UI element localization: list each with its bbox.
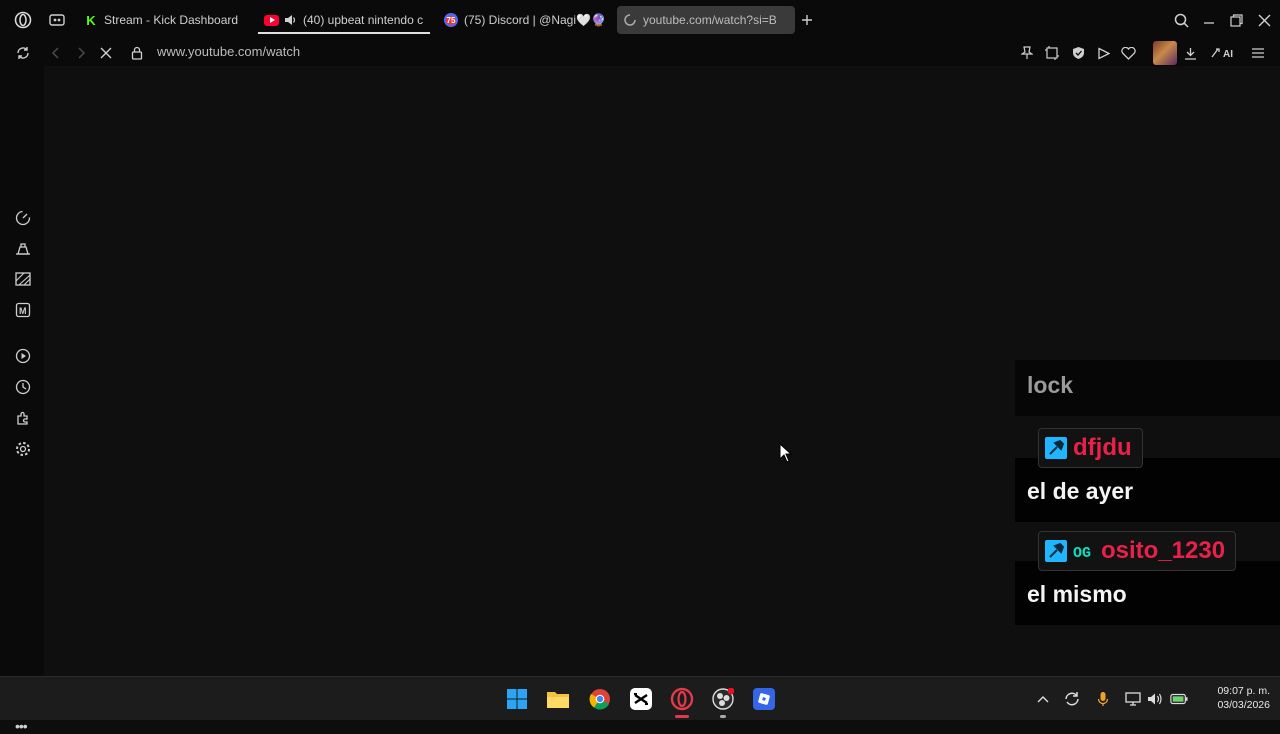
easy-setup-icon[interactable] <box>1249 44 1267 62</box>
address-bar: www.youtube.com/watch AI <box>0 40 1280 66</box>
tab-youtube-loading[interactable]: youtube.com/watch?si=B <box>617 6 795 34</box>
taskbar: 09:07 p. m. 03/03/2026 <box>0 676 1280 720</box>
history-icon[interactable] <box>13 377 33 397</box>
chat-system-message: lock <box>1015 360 1280 416</box>
obs-icon[interactable] <box>710 686 736 718</box>
workspaces-icon[interactable] <box>47 10 67 30</box>
gx-control-icon[interactable] <box>13 208 33 228</box>
capcut-icon[interactable] <box>628 686 654 712</box>
tab-title: youtube.com/watch?si=B <box>643 13 777 27</box>
discord-logo-icon: 75 <box>444 13 458 27</box>
gx-mods-icon[interactable]: M <box>13 300 33 320</box>
player-sidebar-icon[interactable] <box>13 346 33 366</box>
hammer-badge-icon <box>1045 437 1067 459</box>
search-tabs-icon[interactable] <box>1173 12 1189 28</box>
shield-icon[interactable] <box>1069 44 1087 62</box>
settings-icon[interactable] <box>13 439 33 459</box>
chat-message-text: el de ayer <box>1027 478 1134 504</box>
tab-youtube-music[interactable]: (40) upbeat nintendo c <box>258 6 430 34</box>
show-hidden-icons-icon[interactable] <box>1034 690 1052 708</box>
mouse-cursor-icon <box>779 442 793 463</box>
extensions-icon[interactable] <box>13 408 33 428</box>
minimize-icon[interactable] <box>1201 12 1217 28</box>
lock-icon[interactable] <box>128 44 146 62</box>
chat-overlay: lock dfjdu el de ayer OG osito_1230 el m… <box>1015 360 1280 626</box>
sidebar: M GX ••• <box>0 66 44 734</box>
tab-kick-dashboard[interactable]: K Stream - Kick Dashboard <box>78 6 256 34</box>
volume-icon[interactable] <box>1146 690 1164 708</box>
roblox-icon[interactable] <box>751 686 777 712</box>
stop-loading-icon[interactable] <box>97 44 115 62</box>
file-explorer-icon[interactable] <box>545 686 571 712</box>
gx-cleaner-icon[interactable] <box>13 239 33 259</box>
download-icon[interactable] <box>1181 44 1199 62</box>
player-icon[interactable] <box>1094 44 1112 62</box>
gx-corner-icon[interactable] <box>13 269 33 289</box>
chat-username: dfjdu <box>1073 434 1132 461</box>
chrome-icon[interactable] <box>587 686 613 712</box>
speaker-icon[interactable] <box>283 13 297 27</box>
tab-strip: K Stream - Kick Dashboard (40) upbeat ni… <box>0 0 1280 41</box>
more-icon[interactable]: ••• <box>15 718 28 734</box>
system-text: lock <box>1027 372 1074 398</box>
notification-badge: 75 <box>445 15 457 25</box>
snapshot-icon[interactable] <box>1043 44 1061 62</box>
svg-text:AI: AI <box>1223 49 1233 60</box>
opera-gx-menu-icon[interactable] <box>13 10 33 30</box>
forward-icon[interactable] <box>72 44 90 62</box>
url-field[interactable]: www.youtube.com/watch <box>157 44 300 59</box>
active-indicator <box>675 715 689 718</box>
tab-title: (40) upbeat nintendo c <box>303 13 424 27</box>
new-tab-icon[interactable] <box>797 10 817 30</box>
tab-title: Stream - Kick Dashboard <box>104 13 239 27</box>
youtube-logo-icon <box>264 14 279 26</box>
restore-icon[interactable] <box>1228 12 1244 28</box>
clock-date: 03/03/2026 <box>1217 699 1270 711</box>
microphone-icon[interactable] <box>1094 690 1112 708</box>
opera-gx-taskbar-icon[interactable] <box>669 686 695 718</box>
avatar[interactable] <box>1153 41 1177 65</box>
chat-message-text: el mismo <box>1027 581 1127 607</box>
close-icon[interactable] <box>1256 12 1272 28</box>
loading-spinner-icon <box>623 13 637 27</box>
chat-username-tag: OG osito_1230 <box>1038 531 1237 571</box>
chat-username-tag: dfjdu <box>1038 428 1143 468</box>
pin-icon[interactable] <box>1018 44 1036 62</box>
svg-text:M: M <box>19 306 27 316</box>
running-indicator <box>720 715 726 718</box>
back-icon[interactable] <box>47 44 65 62</box>
clock-time: 09:07 p. m. <box>1217 685 1270 697</box>
tab-discord[interactable]: 75 (75) Discord | @Nagi🤍🔮 <box>438 6 608 34</box>
tab-title: (75) Discord | @Nagi🤍🔮 <box>464 13 606 27</box>
sync-tray-icon[interactable] <box>1063 690 1081 708</box>
svg-text:OG: OG <box>1073 545 1091 562</box>
clock[interactable]: 09:07 p. m. 03/03/2026 <box>1198 684 1270 712</box>
sync-icon[interactable] <box>14 44 32 62</box>
kick-logo-icon: K <box>86 12 96 28</box>
windows-start-icon[interactable] <box>504 686 530 712</box>
hammer-badge-icon <box>1045 540 1067 562</box>
chat-username: osito_1230 <box>1101 537 1226 564</box>
og-badge-icon: OG <box>1073 540 1095 562</box>
aria-ai-icon[interactable]: AI <box>1209 44 1239 62</box>
battery-icon[interactable] <box>1170 690 1188 708</box>
network-icon[interactable] <box>1124 690 1142 708</box>
heart-icon[interactable] <box>1119 44 1137 62</box>
